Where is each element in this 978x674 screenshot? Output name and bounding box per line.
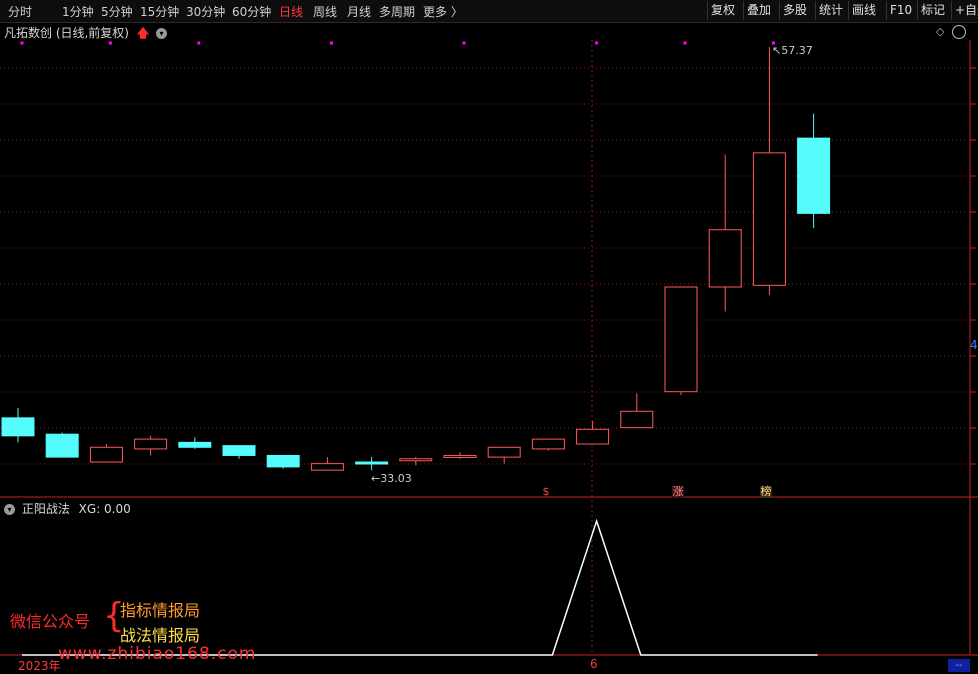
chevron-down-icon[interactable]: ▾ [4, 504, 15, 515]
candle-body [797, 137, 831, 214]
low-arrow-icon: ← [371, 472, 381, 485]
watermark-url: www.zhibiao168.com [58, 644, 257, 664]
chevron-down-icon[interactable]: ▾ [156, 28, 167, 39]
candle-body [576, 428, 610, 445]
x-axis-year: 2023年 [18, 659, 61, 673]
arrow-up-icon[interactable]: 🡅 [137, 26, 149, 40]
watermark-prefix: 微信公众号 [10, 612, 91, 631]
candle-body [266, 454, 300, 468]
candle-body [664, 286, 698, 393]
signal-dot [197, 41, 201, 45]
event-tag-zhang[interactable]: 涨 [672, 486, 684, 498]
candle-body [45, 433, 79, 458]
candle-body [399, 458, 433, 462]
indicator-value: XG: 0.00 [78, 502, 131, 516]
candle-body [487, 446, 521, 458]
candle-body [752, 152, 786, 286]
signal-dot [595, 41, 599, 45]
candle-body [355, 461, 389, 465]
stock-title-bar: 凡拓数创 (日线,前复权) 🡅 ▾ [4, 24, 167, 45]
indicator-title-bar: ▾ 正阳战法 XG: 0.00 [4, 500, 131, 517]
indicator-name: 正阳战法 [21, 502, 70, 516]
candle-body [89, 446, 123, 463]
candle-body [531, 438, 565, 450]
signal-dot [462, 41, 466, 45]
candle-body [708, 229, 742, 288]
candle-body [134, 438, 168, 450]
candlestick-chart[interactable] [0, 0, 978, 672]
close-circle-icon[interactable] [952, 25, 966, 39]
candles [1, 47, 831, 471]
candle-body [310, 463, 344, 471]
event-tag-dollar[interactable]: $ [540, 486, 552, 498]
high-price-label: ↖57.37 [772, 44, 813, 57]
candle-body [620, 410, 654, 429]
signal-dot [329, 41, 333, 45]
price-grid [0, 40, 978, 656]
watermark-line1: 指标情报局 [120, 601, 201, 620]
event-tag-bang[interactable]: 榜 [760, 486, 772, 498]
diamond-icon[interactable]: ◇ [936, 25, 944, 38]
watermark-line2: 战法情报局 [120, 626, 201, 645]
stock-title: 凡拓数创 (日线,前复权) [4, 26, 129, 40]
corner-label: -- [948, 659, 970, 672]
candle-body [178, 441, 212, 448]
candle-body [222, 445, 256, 456]
low-price-label: ←33.03 [371, 472, 412, 485]
signal-dot [683, 41, 687, 45]
x-axis-month: 6 [590, 657, 598, 671]
high-arrow-icon: ↖ [772, 44, 782, 57]
candle-body [443, 454, 477, 458]
right-axis-label: 4 [970, 338, 978, 352]
candle-body [1, 417, 35, 437]
